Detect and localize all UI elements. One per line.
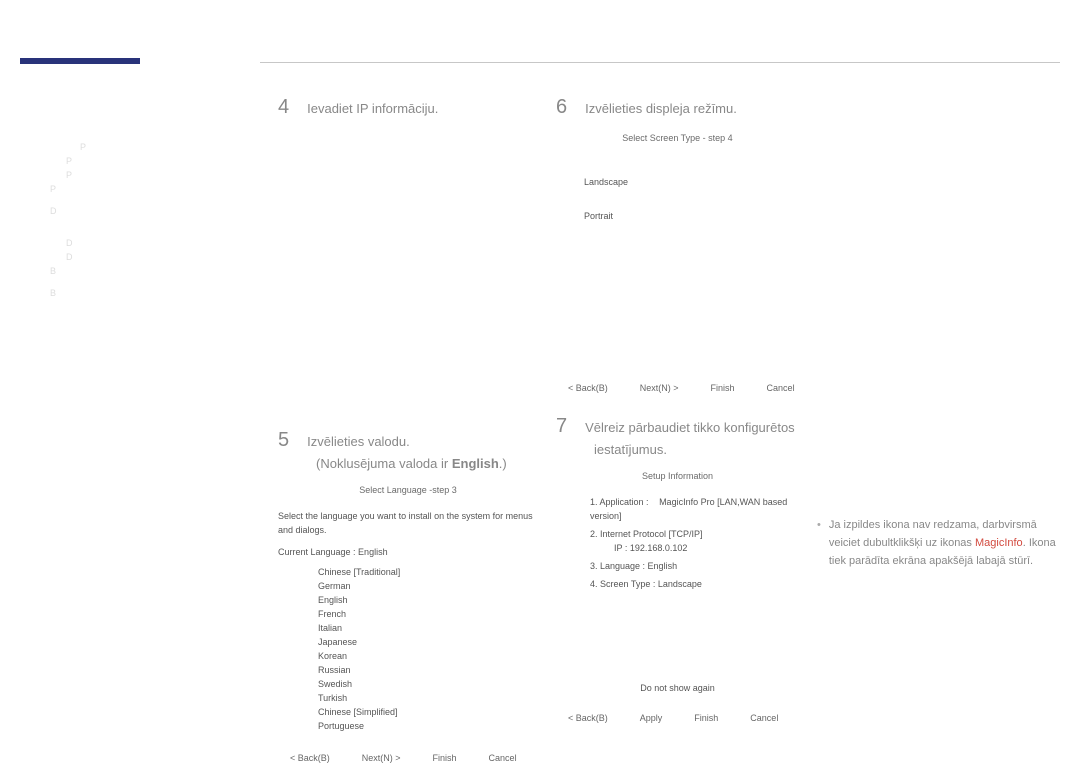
sidebar-item: P (66, 154, 260, 168)
back-button[interactable]: < Back(B) (568, 381, 608, 395)
sidebar-item: D (50, 204, 260, 218)
sidebar-item: P (50, 182, 260, 196)
step6-head: 6 Izvēlieties displeja režīmu. (556, 96, 799, 119)
setup-ip-value: IP : 192.168.0.102 (614, 541, 799, 555)
next-button[interactable]: Next(N) > (640, 381, 679, 395)
step5-number: 5 (278, 429, 289, 452)
language-item[interactable]: Korean (318, 649, 538, 663)
do-not-show-again[interactable]: Do not show again (556, 681, 799, 695)
bullet-icon: • (817, 516, 821, 570)
step6-title: Izvēlieties displeja režīmu. (585, 101, 737, 116)
accent-bar (20, 58, 140, 64)
step5-sub-close: .) (499, 456, 507, 471)
column-3: 6 Izvēlieties displeja režīmu. Select Sc… (556, 80, 799, 765)
step5-panel-title: Select Language -step 3 (278, 483, 538, 497)
language-item[interactable]: Swedish (318, 677, 538, 691)
step7-title1: Vēlreiz pārbaudiet tikko konfigurētos (585, 420, 795, 435)
setup-list: 1. Application : MagicInfo Pro [LAN,WAN … (590, 495, 799, 591)
language-item[interactable]: Japanese (318, 635, 538, 649)
column-2: 4 Ievadiet IP informāciju. 5 Izvēlieties… (278, 80, 538, 765)
cancel-button[interactable]: Cancel (750, 711, 778, 725)
step4-title: Ievadiet IP informāciju. (307, 101, 438, 116)
apply-button[interactable]: Apply (640, 711, 663, 725)
note-text-1-end: . (1023, 537, 1026, 549)
step7-number: 7 (556, 415, 567, 438)
sidebar-item: B (50, 286, 260, 300)
step6-buttons: < Back(B) Next(N) > Finish Cancel (556, 381, 799, 395)
step7-buttons: < Back(B) Apply Finish Cancel (556, 711, 799, 725)
language-item[interactable]: Chinese [Traditional] (318, 565, 538, 579)
screen-type-landscape[interactable]: Landscape (584, 175, 799, 189)
top-divider (260, 62, 1060, 63)
step4-number: 4 (278, 96, 289, 119)
setup-screentype: 4. Screen Type : Landscape (590, 577, 799, 591)
sidebar-column: P P P P D D D B B (20, 80, 260, 765)
sidebar-item: B (50, 264, 260, 278)
language-item[interactable]: German (318, 579, 538, 593)
step5-head: 5 Izvēlieties valodu. (278, 429, 538, 452)
step5-panel: Select Language -step 3 Select the langu… (278, 483, 538, 765)
step7-title2: iestatījumus. (594, 442, 799, 457)
setup-application: 1. Application : MagicInfo Pro [LAN,WAN … (590, 495, 799, 523)
step5-hint: Select the language you want to install … (278, 509, 538, 537)
step6-panel-title: Select Screen Type - step 4 (556, 131, 799, 145)
sidebar-item: P (80, 140, 260, 154)
language-item[interactable]: Italian (318, 621, 538, 635)
step5-sub-bold: English (452, 456, 499, 471)
cancel-button[interactable]: Cancel (767, 381, 795, 395)
language-item[interactable]: Portuguese (318, 719, 538, 733)
setup-language: 3. Language : English (590, 559, 799, 573)
step5-current-lang: Current Language : English (278, 545, 538, 559)
language-item[interactable]: English (318, 593, 538, 607)
step4-head: 4 Ievadiet IP informāciju. (278, 96, 538, 119)
sidebar-faint-list: P P P P D D D B B (20, 140, 260, 300)
magicinfo-label: MagicInfo (975, 537, 1023, 549)
language-item[interactable]: French (318, 607, 538, 621)
finish-button[interactable]: Finish (711, 381, 735, 395)
column-4: • Ja izpildes ikona nav redzama, darbvir… (817, 80, 1060, 765)
language-item[interactable]: Turkish (318, 691, 538, 705)
step6-panel: Select Screen Type - step 4 Landscape Po… (556, 131, 799, 395)
step7-note: • Ja izpildes ikona nav redzama, darbvir… (817, 516, 1060, 570)
language-list: Chinese [Traditional] German English Fre… (278, 565, 538, 733)
page-grid: P P P P D D D B B 4 Ievadiet IP informāc… (20, 80, 1060, 743)
setup-app-label: 1. Application : (590, 497, 649, 507)
language-item[interactable]: Russian (318, 663, 538, 677)
screen-type-options: Landscape Portrait (584, 175, 799, 223)
step6-number: 6 (556, 96, 567, 119)
language-item[interactable]: Chinese [Simplified] (318, 705, 538, 719)
finish-button[interactable]: Finish (694, 711, 718, 725)
step5-title: Izvēlieties valodu. (307, 434, 410, 449)
back-button[interactable]: < Back(B) (568, 711, 608, 725)
sidebar-item: P (66, 168, 260, 182)
note-line-1: • Ja izpildes ikona nav redzama, darbvir… (817, 516, 1060, 570)
step7-panel-title: Setup Information (556, 469, 799, 483)
sidebar-item: D (66, 236, 260, 250)
screen-type-portrait[interactable]: Portrait (584, 209, 799, 223)
step5-subtitle: (Noklusējuma valoda ir English.) (316, 456, 538, 471)
sidebar-item: D (66, 250, 260, 264)
setup-ip: 2. Internet Protocol [TCP/IP] (590, 527, 799, 541)
step7-head: 7 Vēlreiz pārbaudiet tikko konfigurētos (556, 415, 799, 438)
step5-sub-pre: (Noklusējuma valoda ir (316, 456, 452, 471)
step7-panel: Setup Information 1. Application : Magic… (556, 469, 799, 725)
